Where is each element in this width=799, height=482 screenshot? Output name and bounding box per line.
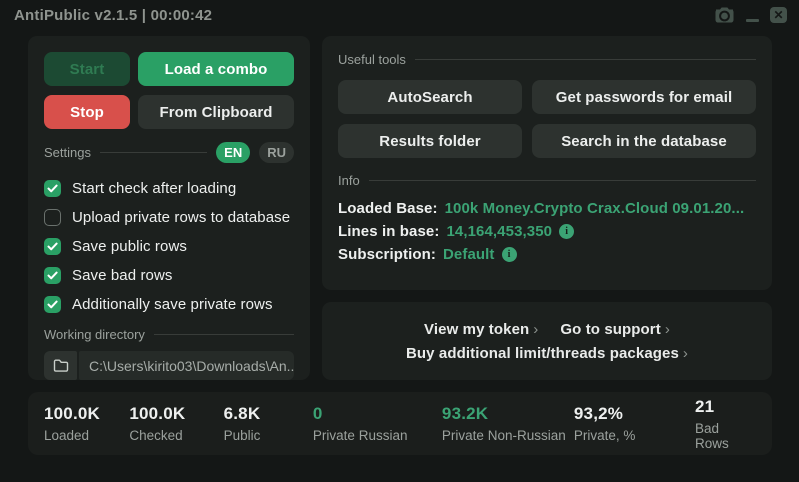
buy-packages-link[interactable]: Buy additional limit/threads packages› xyxy=(406,345,688,362)
divider xyxy=(154,334,294,335)
title-bar: AntiPublic v2.1.5 | 00:00:42 ✕ xyxy=(0,0,799,30)
checkbox-checked-icon[interactable] xyxy=(44,296,61,313)
stat-label: Checked xyxy=(129,428,223,443)
stat-public: 6.8K Public xyxy=(224,404,313,443)
useful-tools-buttons: AutoSearch Get passwords for email Resul… xyxy=(338,80,756,158)
language-ru-toggle[interactable]: RU xyxy=(259,142,294,163)
checkbox-checked-icon[interactable] xyxy=(44,180,61,197)
stat-label: Private, % xyxy=(574,428,695,443)
stats-bar: 100.0K Loaded 100.0K Checked 6.8K Public… xyxy=(28,392,772,455)
stat-bad-rows: 21 Bad Rows xyxy=(695,397,756,451)
stat-private-percent: 93,2% Private, % xyxy=(574,404,695,443)
loaded-base-value: 100k Money.Crypto Crax.Cloud 09.01.20... xyxy=(445,200,745,217)
screenshot-camera-icon[interactable] xyxy=(714,7,735,23)
go-to-support-link[interactable]: Go to support › xyxy=(560,321,670,338)
checkbox-label: Save bad rows xyxy=(72,267,173,284)
checkbox-checked-icon[interactable] xyxy=(44,238,61,255)
stat-label: Bad Rows xyxy=(695,421,756,451)
subscription-value: Default xyxy=(443,246,495,263)
info-circle-icon[interactable]: i xyxy=(502,247,517,262)
working-directory-path[interactable]: C:\Users\kirito03\Downloads\An... xyxy=(79,351,294,380)
stat-label: Private Russian xyxy=(313,428,442,443)
buy-packages-text: Buy additional limit/threads packages xyxy=(406,345,679,362)
window-title: AntiPublic v2.1.5 | 00:00:42 xyxy=(14,7,212,24)
checkbox-label: Start check after loading xyxy=(72,180,236,197)
lines-in-base-value: 14,164,453,350 xyxy=(446,223,552,240)
start-button[interactable]: Start xyxy=(44,52,130,86)
links-row-bottom: Buy additional limit/threads packages› xyxy=(406,345,688,362)
settings-label: Settings xyxy=(44,145,91,160)
view-my-token-link[interactable]: View my token› xyxy=(424,321,538,338)
load-combo-button[interactable]: Load a combo xyxy=(138,52,294,86)
stat-private-russian: 0 Private Russian xyxy=(313,404,442,443)
checkbox-label: Upload private rows to database xyxy=(72,209,290,226)
checkbox-label: Additionally save private rows xyxy=(72,296,273,313)
stat-value: 21 xyxy=(695,397,756,417)
links-row-top: View my token› Go to support› xyxy=(424,321,670,338)
info-label: Info xyxy=(338,173,360,188)
stop-button[interactable]: Stop xyxy=(44,95,130,129)
stat-label: Public xyxy=(224,428,313,443)
stat-label: Loaded xyxy=(44,428,129,443)
run-buttons: Start Load a combo Stop From Clipboard xyxy=(44,52,294,129)
stat-value: 0 xyxy=(313,404,442,424)
control-panel: Start Load a combo Stop From Clipboard S… xyxy=(28,36,310,380)
lines-in-base-key: Lines in base: xyxy=(338,223,439,240)
info-header: Info xyxy=(338,173,756,188)
results-folder-button[interactable]: Results folder xyxy=(338,124,522,158)
info-rows: Loaded Base: 100k Money.Crypto Crax.Clou… xyxy=(338,197,756,266)
tools-info-panel: Useful tools AutoSearch Get passwords fo… xyxy=(322,36,772,290)
divider xyxy=(369,180,756,181)
subscription-row: Subscription: Default i xyxy=(338,243,756,266)
language-en-toggle[interactable]: EN xyxy=(216,142,250,163)
search-database-button[interactable]: Search in the database xyxy=(532,124,756,158)
from-clipboard-button[interactable]: From Clipboard xyxy=(138,95,294,129)
checkbox-save-bad-rows[interactable]: Save bad rows xyxy=(44,261,294,290)
checkbox-unchecked-icon[interactable] xyxy=(44,209,61,226)
stat-label: Private Non-Russian xyxy=(442,428,574,443)
browse-folder-icon[interactable] xyxy=(44,351,77,380)
stat-private-non-russian: 93.2K Private Non-Russian xyxy=(442,404,574,443)
checkbox-checked-icon[interactable] xyxy=(44,267,61,284)
working-directory-header: Working directory xyxy=(44,327,294,342)
subscription-key: Subscription: xyxy=(338,246,436,263)
autosearch-button[interactable]: AutoSearch xyxy=(338,80,522,114)
checkbox-label: Save public rows xyxy=(72,238,187,255)
checkbox-start-check-after-loading[interactable]: Start check after loading xyxy=(44,174,294,203)
settings-header: Settings EN RU xyxy=(44,142,294,163)
stat-value: 100.0K xyxy=(44,404,129,424)
view-my-token-text: View my token xyxy=(424,321,529,338)
stat-checked: 100.0K Checked xyxy=(129,404,223,443)
lines-in-base-row: Lines in base: 14,164,453,350 i xyxy=(338,220,756,243)
window-controls: ✕ xyxy=(714,7,787,23)
useful-tools-label: Useful tools xyxy=(338,52,406,67)
stat-value: 93,2% xyxy=(574,404,695,424)
checkbox-upload-private-rows[interactable]: Upload private rows to database xyxy=(44,203,294,232)
chevron-right-icon: › xyxy=(683,345,688,362)
links-panel: View my token› Go to support› Buy additi… xyxy=(322,302,772,380)
divider xyxy=(100,152,207,153)
chevron-right-icon: › xyxy=(665,321,670,338)
chevron-right-icon: › xyxy=(533,321,538,338)
checkbox-save-public-rows[interactable]: Save public rows xyxy=(44,232,294,261)
settings-checkbox-list: Start check after loading Upload private… xyxy=(44,174,294,319)
useful-tools-header: Useful tools xyxy=(338,52,756,67)
close-icon[interactable]: ✕ xyxy=(770,7,787,23)
checkbox-additionally-save-private-rows[interactable]: Additionally save private rows xyxy=(44,290,294,319)
stat-value: 6.8K xyxy=(224,404,313,424)
stat-value: 93.2K xyxy=(442,404,574,424)
working-directory-control: C:\Users\kirito03\Downloads\An... xyxy=(44,351,294,380)
go-to-support-text: Go to support xyxy=(560,321,660,338)
info-circle-icon[interactable]: i xyxy=(559,224,574,239)
stat-value: 100.0K xyxy=(129,404,223,424)
working-directory-label: Working directory xyxy=(44,327,145,342)
divider xyxy=(415,59,756,60)
minimize-icon[interactable] xyxy=(746,9,759,22)
stat-loaded: 100.0K Loaded xyxy=(44,404,129,443)
loaded-base-key: Loaded Base: xyxy=(338,200,438,217)
get-passwords-button[interactable]: Get passwords for email xyxy=(532,80,756,114)
loaded-base-row: Loaded Base: 100k Money.Crypto Crax.Clou… xyxy=(338,197,756,220)
